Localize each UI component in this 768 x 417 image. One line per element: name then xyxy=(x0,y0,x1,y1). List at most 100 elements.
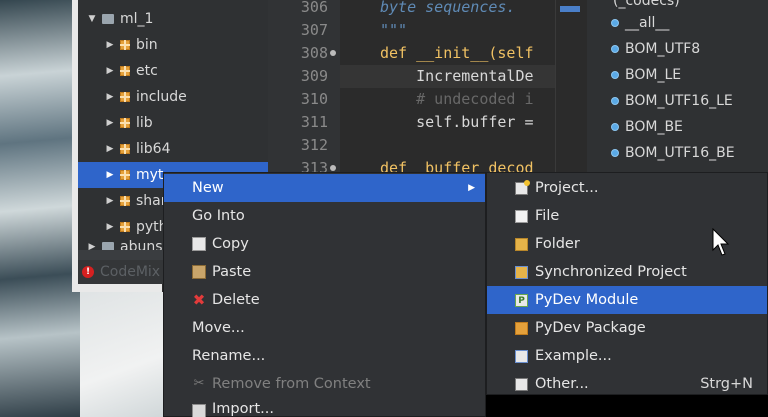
tree-item-etc[interactable]: ▶ etc xyxy=(78,58,268,84)
submenu-item-label: File xyxy=(535,208,560,224)
tree-item-ml-1[interactable]: ▼ ml_1 xyxy=(78,6,268,32)
submenu-item-project[interactable]: Project... xyxy=(487,174,767,202)
tree-item-include[interactable]: ▶ include xyxy=(78,84,268,110)
chevron-right-icon[interactable]: ▶ xyxy=(104,144,116,154)
outline-item-label: BOM_LE xyxy=(625,67,682,83)
menu-item-label: Remove from Context xyxy=(212,376,371,392)
package-folder-icon xyxy=(120,118,130,128)
tree-item-label: bin xyxy=(136,37,158,53)
fold-marker-icon[interactable] xyxy=(330,50,336,56)
menu-item-rename[interactable]: Rename... xyxy=(164,342,485,370)
fold-marker-icon[interactable] xyxy=(330,165,336,171)
submenu-item-label: Synchronized Project xyxy=(535,264,687,280)
code-line: byte sequences. xyxy=(380,0,516,16)
tree-item-label: shar xyxy=(136,193,167,209)
chevron-right-icon[interactable]: ▶ xyxy=(104,222,116,232)
menu-item-go-into[interactable]: Go Into xyxy=(164,202,485,230)
submenu-item-pydev-package[interactable]: PyDev Package xyxy=(487,314,767,342)
package-folder-icon xyxy=(120,170,130,180)
tree-item-label: lib64 xyxy=(136,141,171,157)
menu-item-remove-from-context[interactable]: ✂ Remove from Context xyxy=(164,370,485,398)
copy-icon xyxy=(192,237,206,251)
menu-item-label: Move... xyxy=(192,320,245,336)
chevron-down-icon[interactable]: ▼ xyxy=(86,14,98,24)
line-number: 308 xyxy=(300,44,328,62)
variable-icon xyxy=(611,97,619,105)
folder-icon xyxy=(515,237,528,251)
chevron-right-icon[interactable]: ▶ xyxy=(104,92,116,102)
menu-item-label: Go Into xyxy=(192,208,245,224)
desktop-wallpaper-bottom xyxy=(80,290,170,417)
outline-item[interactable]: BOM_UTF16_BE xyxy=(587,140,735,166)
tree-item-label: include xyxy=(136,89,187,105)
menu-item-label: Import... xyxy=(212,401,274,417)
error-icon: ! xyxy=(82,266,94,278)
menu-item-move[interactable]: Move... xyxy=(164,314,485,342)
python-module-icon: P xyxy=(515,293,528,307)
chevron-right-icon[interactable]: ▶ xyxy=(104,40,116,50)
line-number: 312 xyxy=(300,136,328,154)
import-icon xyxy=(192,404,206,417)
package-folder-icon xyxy=(120,222,130,232)
package-folder-icon xyxy=(120,66,130,76)
chevron-right-icon[interactable]: ▶ xyxy=(104,66,116,76)
desktop-wallpaper xyxy=(0,0,80,417)
chevron-right-icon[interactable]: ▶ xyxy=(104,170,116,180)
package-folder-icon xyxy=(120,144,130,154)
outline-item[interactable]: BOM_BE xyxy=(587,114,683,140)
submenu-item-other[interactable]: Other... Strg+N xyxy=(487,370,767,398)
menu-item-delete[interactable]: ✖ Delete xyxy=(164,286,485,314)
submenu-item-label: Folder xyxy=(535,236,580,252)
new-submenu: Project... File Folder Synchronized Proj… xyxy=(486,172,768,395)
delete-icon: ✖ xyxy=(192,291,206,309)
line-number: 307 xyxy=(300,21,328,39)
submenu-item-example[interactable]: Example... xyxy=(487,342,767,370)
example-icon xyxy=(515,349,528,363)
code-line: # undecoded i xyxy=(380,90,534,108)
submenu-item-pydev-module[interactable]: P PyDev Module xyxy=(487,286,767,314)
menu-item-import[interactable]: Import... xyxy=(164,398,485,417)
outline-item-label: BOM_BE xyxy=(625,119,683,135)
tree-item-label: lib xyxy=(136,115,153,131)
tree-item-bin[interactable]: ▶ bin xyxy=(78,32,268,58)
submenu-item-label: Other... xyxy=(535,376,589,392)
package-folder-icon xyxy=(120,196,130,206)
paste-icon xyxy=(192,265,206,279)
outline-item-label: BOM_UTF8 xyxy=(625,41,701,57)
tree-item-label: ml_1 xyxy=(120,11,154,27)
outline-item[interactable]: BOM_UTF16_LE xyxy=(587,88,733,114)
submenu-item-synchronized-project[interactable]: Synchronized Project xyxy=(487,258,767,286)
outline-item[interactable]: BOM_LE xyxy=(587,62,681,88)
variable-icon xyxy=(611,19,619,27)
context-menu: New ▶ Go Into Copy Paste ✖ Delete Move..… xyxy=(163,172,486,417)
scroll-marker[interactable] xyxy=(560,6,580,12)
line-number: 309 xyxy=(300,67,328,85)
tree-item-label: etc xyxy=(136,63,158,79)
chevron-right-icon[interactable]: ▶ xyxy=(104,196,116,206)
submenu-item-label: PyDev Module xyxy=(535,292,639,308)
ide-window-frame xyxy=(72,284,162,292)
menu-item-label: New xyxy=(192,180,224,196)
submenu-item-file[interactable]: File xyxy=(487,202,767,230)
line-number: 306 xyxy=(300,0,328,16)
chevron-right-icon[interactable]: ▶ xyxy=(104,118,116,128)
variable-icon xyxy=(611,71,619,79)
status-label[interactable]: CodeMix xyxy=(100,264,160,280)
tree-item-lib[interactable]: ▶ lib xyxy=(78,110,268,136)
menu-item-new[interactable]: New ▶ xyxy=(164,174,485,202)
tree-item-lib64[interactable]: ▶ lib64 xyxy=(78,136,268,162)
package-folder-icon xyxy=(120,92,130,102)
menu-item-label: Paste xyxy=(212,264,252,280)
menu-item-copy[interactable]: Copy xyxy=(164,230,485,258)
tree-item-label: myt xyxy=(136,167,164,183)
mouse-pointer-icon xyxy=(712,228,730,256)
outline-item-label: (_codecs) xyxy=(613,0,680,9)
code-line: def __init__(self xyxy=(380,44,534,62)
outline-item[interactable]: __all__ xyxy=(587,10,669,36)
outline-item[interactable]: BOM_UTF8 xyxy=(587,36,700,62)
package-folder-icon xyxy=(120,40,130,50)
code-line: """ xyxy=(380,21,408,39)
menu-item-paste[interactable]: Paste xyxy=(164,258,485,286)
submenu-item-label: PyDev Package xyxy=(535,320,646,336)
